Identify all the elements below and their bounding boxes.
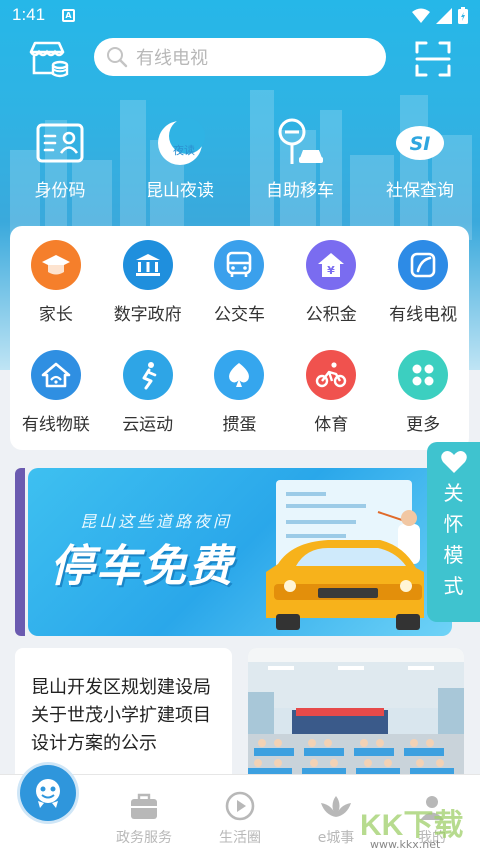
quick-access-row: 身份码 夜读 昆山夜读 自助移车 SI 社保查询 — [0, 118, 480, 204]
play-circle-icon — [192, 775, 288, 821]
nav-government-service[interactable]: 政务服务 — [96, 775, 192, 854]
wifi-icon — [412, 8, 430, 23]
service-label: 有线电视 — [389, 305, 458, 325]
notification-a-icon: A — [62, 9, 75, 22]
service-label: 云运动 — [122, 415, 174, 435]
care-mode-char: 式 — [443, 574, 464, 598]
service-label: 家长 — [38, 305, 73, 325]
quick-item-label: 身份码 — [34, 181, 86, 201]
id-card-icon — [34, 118, 86, 168]
moon-read-icon: 夜读 — [154, 118, 206, 168]
service-row: 家长 数字政府 公交车 ¥ 公积金 有线电视 — [10, 240, 469, 325]
system-icons — [412, 7, 468, 24]
service-label: 公交车 — [213, 305, 265, 325]
service-label: 掼蛋 — [222, 415, 257, 435]
status-time: 1:41 — [12, 5, 46, 24]
tv-icon — [398, 240, 449, 290]
briefcase-icon — [96, 775, 192, 821]
news-title: 昆山开发区规划建设局关于世茂小学扩建项目设计方案的公示 — [31, 677, 211, 754]
service-label: 公积金 — [305, 305, 357, 325]
heart-icon — [440, 451, 467, 473]
service-cloud-sport[interactable]: 云运动 — [102, 350, 194, 435]
care-mode-char: 关 — [443, 481, 464, 505]
bus-icon — [214, 240, 265, 290]
service-label: 体育 — [314, 415, 349, 435]
housing-fund-icon: ¥ — [306, 240, 357, 290]
quick-item-night-reading[interactable]: 夜读 昆山夜读 — [120, 118, 240, 204]
service-housing-fund[interactable]: ¥ 公积金 — [285, 240, 377, 325]
service-label: 数字政府 — [113, 305, 182, 325]
moon-read-badge: 夜读 — [173, 143, 195, 157]
nav-home[interactable] — [0, 765, 96, 854]
home-mascot-icon — [20, 765, 76, 821]
care-mode-char: 怀 — [443, 512, 464, 536]
quick-item-id-code[interactable]: 身份码 — [0, 118, 120, 204]
service-label: 有线物联 — [21, 415, 90, 435]
service-cable-iot[interactable]: 有线物联 — [10, 350, 102, 435]
government-icon — [122, 240, 173, 290]
banner-subtitle: 昆山这些道路夜间 — [80, 512, 233, 531]
search-placeholder: 有线电视 — [136, 48, 208, 69]
banner-title: 停车免费 — [50, 541, 234, 592]
quick-item-move-car[interactable]: 自助移车 — [240, 118, 360, 204]
service-sports[interactable]: 体育 — [285, 350, 377, 435]
move-car-icon — [274, 118, 326, 168]
battery-icon — [458, 7, 468, 24]
nav-label: 生活圈 — [219, 830, 261, 846]
sport-icon — [122, 350, 173, 400]
smart-home-icon — [30, 350, 81, 400]
shop-icon[interactable] — [26, 40, 70, 80]
cycling-icon — [306, 350, 357, 400]
banner-prev-edge — [15, 468, 25, 636]
news-image-classroom[interactable] — [248, 648, 464, 788]
nav-home-wrap — [0, 765, 96, 821]
social-security-icon: SI — [394, 118, 446, 168]
service-digital-government[interactable]: 数字政府 — [102, 240, 194, 325]
service-row: 有线物联 云运动 掼蛋 体育 更多 — [10, 350, 469, 435]
service-more[interactable]: 更多 — [377, 350, 469, 435]
care-mode-char: 模 — [443, 543, 464, 567]
quick-item-label: 社保查询 — [386, 181, 454, 201]
graduation-cap-icon — [30, 240, 81, 290]
service-bus[interactable]: 公交车 — [194, 240, 286, 325]
service-grid-card: 家长 数字政府 公交车 ¥ 公积金 有线电视 有线物联 云运动 掼蛋 体育 更多 — [10, 226, 469, 450]
service-label: 更多 — [406, 415, 441, 435]
spade-icon — [214, 350, 265, 400]
service-parent[interactable]: 家长 — [10, 240, 102, 325]
signal-icon — [436, 7, 452, 24]
quick-item-label: 自助移车 — [266, 181, 334, 201]
quick-item-label: 昆山夜读 — [146, 181, 214, 201]
status-bar: 1:41 A — [0, 0, 480, 32]
nav-life-circle[interactable]: 生活圈 — [192, 775, 288, 854]
social-security-badge: SI — [410, 133, 431, 155]
svg-text:¥: ¥ — [327, 264, 335, 277]
service-cable-tv[interactable]: 有线电视 — [377, 240, 469, 325]
service-guandan[interactable]: 掼蛋 — [194, 350, 286, 435]
scan-icon[interactable] — [414, 40, 452, 78]
more-icon — [398, 350, 449, 400]
promo-banner[interactable]: 昆山这些道路夜间 停车免费 — [28, 468, 452, 636]
quick-item-social-security[interactable]: SI 社保查询 — [360, 118, 480, 204]
nav-label: 政务服务 — [116, 830, 172, 846]
search-icon — [107, 47, 128, 68]
care-mode-button[interactable]: 关 怀 模 式 — [427, 442, 480, 622]
watermark-url: www.kkx.net — [370, 838, 441, 851]
search-input[interactable]: 有线电视 — [94, 38, 386, 76]
